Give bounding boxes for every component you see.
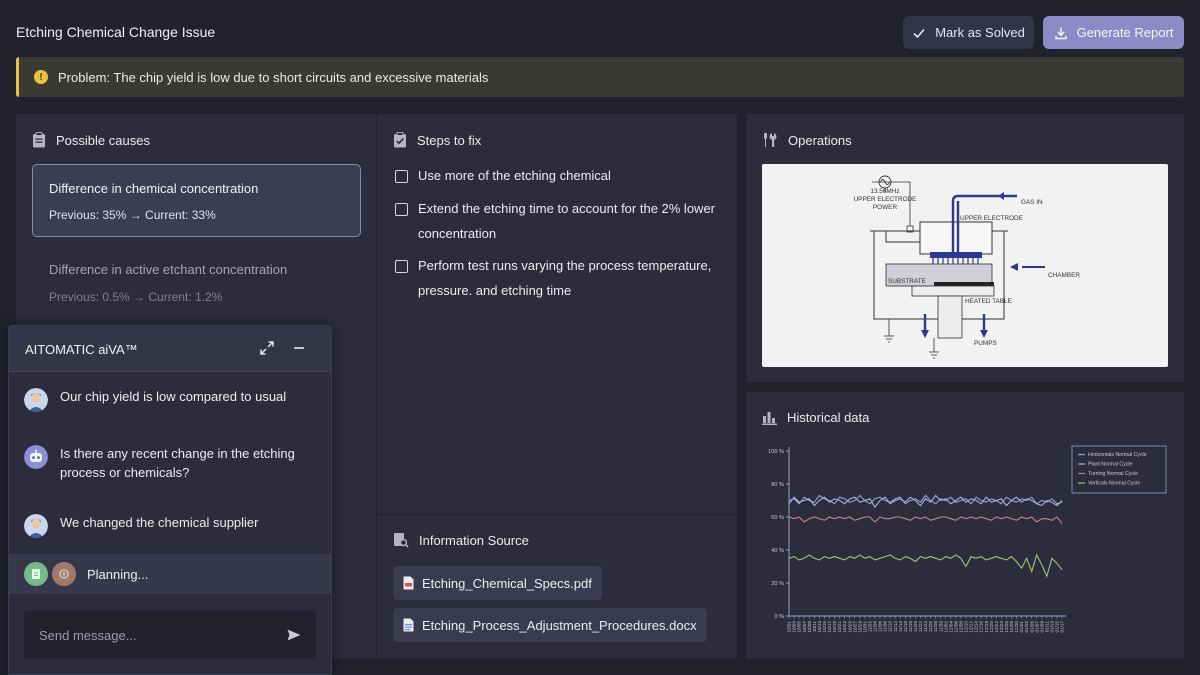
file-name: Etching_Chemical_Specs.pdf	[422, 575, 592, 591]
chamber-label: CHAMBER	[1048, 272, 1080, 279]
chat-message-bot: Is there any recent change in the etchin…	[24, 445, 319, 482]
message-input-row	[24, 611, 316, 659]
message-text: Our chip yield is low compared to usual	[60, 389, 287, 404]
user-avatar	[24, 514, 48, 538]
doc-file-icon	[403, 618, 414, 632]
series-line	[788, 516, 1063, 524]
causes-title: Possible causes	[56, 132, 150, 148]
send-icon[interactable]	[287, 629, 301, 641]
series-line	[788, 494, 1063, 509]
minimize-icon[interactable]	[292, 341, 306, 355]
mark-solved-button[interactable]: Mark as Solved	[903, 16, 1034, 49]
rf-label: UPPER ELECTRODE	[854, 196, 917, 203]
steps-to-fix-panel: Steps to fix Use more of the etching che…	[377, 114, 737, 514]
top-bar: Etching Chemical Change Issue Mark as So…	[0, 0, 1200, 56]
planning-status: Planning...	[9, 554, 331, 594]
message-input[interactable]	[39, 627, 259, 643]
chat-message-user: Our chip yield is low compared to usual	[24, 388, 319, 412]
info-title: Information Source	[419, 532, 529, 548]
information-source-panel: Information Source Etching_Chemical_Spec…	[377, 515, 737, 659]
cause-item[interactable]: Difference in active etchant concentrati…	[49, 262, 287, 304]
file-name: Etching_Process_Adjustment_Procedures.do…	[422, 617, 697, 633]
y-tick-label: 0 %	[774, 614, 784, 620]
problem-alert: ! Problem: The chip yield is low due to …	[16, 57, 1184, 97]
clipboard-check-icon	[394, 132, 406, 148]
cause-item-selected[interactable]: Difference in chemical concentration Pre…	[32, 164, 361, 237]
historical-data-panel: Historical data 0 % 20 % 40 % 60 % 80 % 100 %…	[746, 392, 1184, 659]
chat-message-user: We changed the chemical supplier	[24, 514, 319, 538]
tools-icon	[764, 133, 777, 147]
gas-in-label: GAS IN	[1021, 199, 1043, 206]
y-tick-label: 20 %	[771, 581, 784, 587]
operations-header: Operations	[762, 132, 852, 148]
operations-title: Operations	[788, 132, 852, 148]
legend-label: Horizontals Normal Cycle	[1088, 452, 1147, 458]
info-header: Information Source	[393, 532, 529, 548]
series-line	[788, 553, 1063, 579]
pumps-label: PUMPS	[974, 340, 997, 347]
bot-avatar	[24, 445, 48, 469]
step-item: Extend the etching time to account for t…	[395, 197, 715, 246]
step-item: Perform test runs varying the process te…	[395, 254, 715, 303]
page-title: Etching Chemical Change Issue	[16, 24, 216, 40]
chat-header: AITOMATIC aiVA™	[9, 326, 331, 372]
step-checkbox[interactable]	[395, 170, 408, 183]
planning-text: Planning...	[87, 566, 149, 582]
step-checkbox[interactable]	[395, 260, 408, 273]
x-tick-label: 01/17	[1060, 621, 1065, 633]
step-text: Extend the etching time to account for t…	[418, 201, 716, 241]
cause-title: Difference in chemical concentration	[49, 181, 259, 196]
user-avatar	[24, 388, 48, 412]
message-text: We changed the chemical supplier	[60, 515, 259, 530]
chat-title: AITOMATIC aiVA™	[25, 342, 138, 357]
step-item: Use more of the etching chemical	[395, 164, 715, 189]
steps-title: Steps to fix	[417, 132, 482, 148]
cause-title: Difference in active etchant concentrati…	[49, 262, 288, 277]
step-checkbox[interactable]	[395, 203, 408, 216]
etching-chamber-diagram: 13.56MHz UPPER ELECTRODE POWER GAS IN UP…	[762, 164, 1168, 367]
generate-report-button[interactable]: Generate Report	[1043, 16, 1184, 49]
historical-header: Historical data	[762, 410, 869, 425]
y-tick-label: 40 %	[771, 548, 784, 554]
mark-solved-label: Mark as Solved	[935, 25, 1025, 40]
agent-avatar	[52, 562, 76, 586]
legend-label: Plant Normal Cycle	[1088, 462, 1133, 468]
causes-header: Possible causes	[32, 132, 150, 148]
pdf-file-icon	[403, 576, 414, 590]
rf-label: POWER	[873, 204, 898, 211]
download-icon	[1054, 27, 1067, 39]
historical-line-chart: 0 % 20 % 40 % 60 % 80 % 100 % 10/01 10/03 10/05 1…	[756, 436, 1176, 651]
file-link[interactable]: Etching_Process_Adjustment_Procedures.do…	[393, 608, 707, 642]
steps-header: Steps to fix	[393, 132, 481, 148]
planner-avatar	[24, 562, 48, 586]
step-text: Perform test runs varying the process te…	[418, 258, 712, 298]
historical-title: Historical data	[787, 410, 870, 425]
bar-chart-icon	[762, 411, 777, 425]
operations-panel: Operations 13.56MHz UPPER ELECTRODE POWE…	[746, 114, 1184, 382]
message-text: Is there any recent change in the etchin…	[60, 446, 295, 480]
y-tick-label: 100 %	[768, 449, 784, 455]
y-tick-label: 80 %	[771, 482, 784, 488]
upper-electrode-label: UPPER ELECTRODE	[960, 215, 1023, 222]
chat-widget: AITOMATIC aiVA™ Our chip yield is low co…	[8, 325, 332, 675]
problem-text: Problem: The chip yield is low due to sh…	[58, 69, 489, 85]
cause-values: Previous: 0.5% → Current: 1.2%	[49, 290, 223, 304]
document-search-icon	[394, 533, 409, 548]
warning-icon: !	[34, 70, 48, 84]
expand-icon[interactable]	[259, 340, 275, 356]
rf-label: 13.56MHz	[870, 188, 899, 195]
check-icon	[913, 28, 925, 38]
substrate-label: SUBSTRATE	[888, 278, 926, 285]
generate-report-label: Generate Report	[1076, 25, 1174, 40]
clipboard-icon	[33, 132, 45, 148]
cause-values: Previous: 35% → Current: 33%	[49, 208, 216, 222]
file-link[interactable]: Etching_Chemical_Specs.pdf	[393, 566, 602, 600]
step-text: Use more of the etching chemical	[418, 168, 611, 183]
legend-label: Turning Normal Cycle	[1088, 471, 1138, 477]
heated-table-label: HEATED TABLE	[965, 298, 1012, 305]
y-tick-label: 60 %	[771, 515, 784, 521]
legend-label: Verticals Normal Cycle	[1088, 481, 1140, 487]
